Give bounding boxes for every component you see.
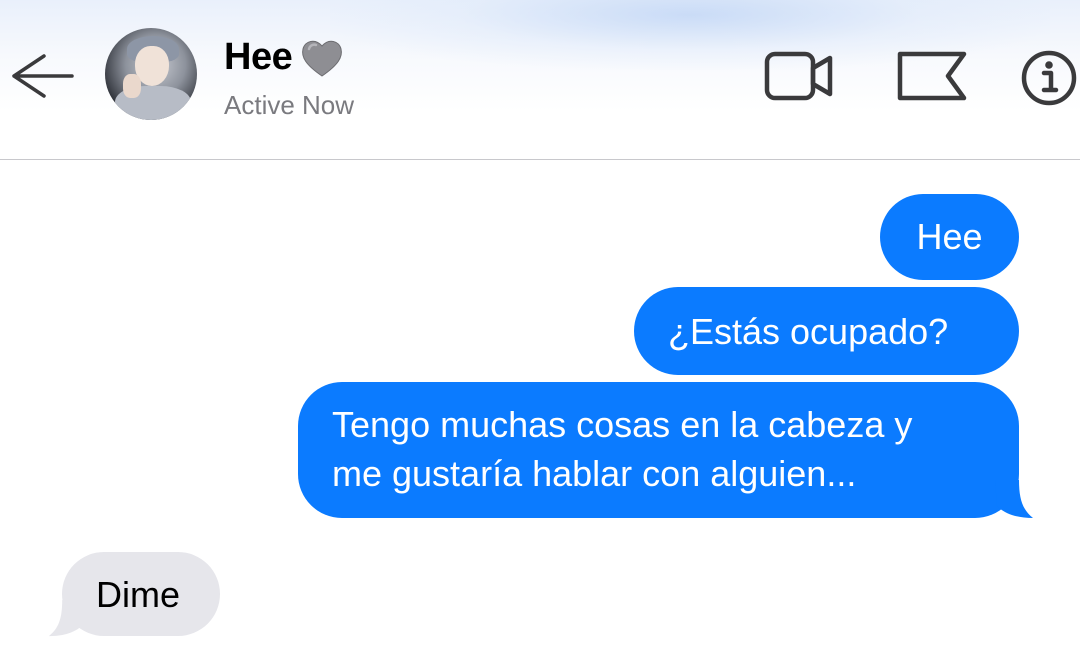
conversation-header: Hee Active Now xyxy=(0,0,1080,160)
contact-name-row[interactable]: Hee xyxy=(224,36,344,79)
message-thread: Hee ¿Estás ocupado? Tengo muchas cosas e… xyxy=(0,160,1080,661)
grey-heart-icon xyxy=(302,40,343,77)
video-camera-icon[interactable] xyxy=(764,50,834,102)
sent-message-bubble[interactable]: Tengo muchas cosas en la cabeza y me gus… xyxy=(298,382,1019,518)
message-text: Hee xyxy=(916,216,983,257)
sent-message-bubble[interactable]: ¿Estás ocupado? xyxy=(634,287,1019,375)
message-text-line: Tengo muchas cosas en la cabeza y xyxy=(332,404,913,445)
sent-message-bubble[interactable]: Hee xyxy=(880,194,1019,280)
contact-status: Active Now xyxy=(224,90,355,120)
flag-icon[interactable] xyxy=(896,50,968,102)
sent-bubble-tail xyxy=(995,480,1033,518)
contact-name: Hee xyxy=(224,36,293,78)
received-bubble-tail xyxy=(48,600,85,637)
message-text: ¿Estás ocupado? xyxy=(668,311,949,352)
message-text: Dime xyxy=(96,574,181,615)
contact-avatar[interactable] xyxy=(105,28,197,120)
info-icon[interactable] xyxy=(1018,50,1080,106)
message-text-line: me gustaría hablar con alguien... xyxy=(332,453,857,494)
avatar-hand xyxy=(123,74,141,98)
back-arrow-icon[interactable] xyxy=(4,50,76,102)
